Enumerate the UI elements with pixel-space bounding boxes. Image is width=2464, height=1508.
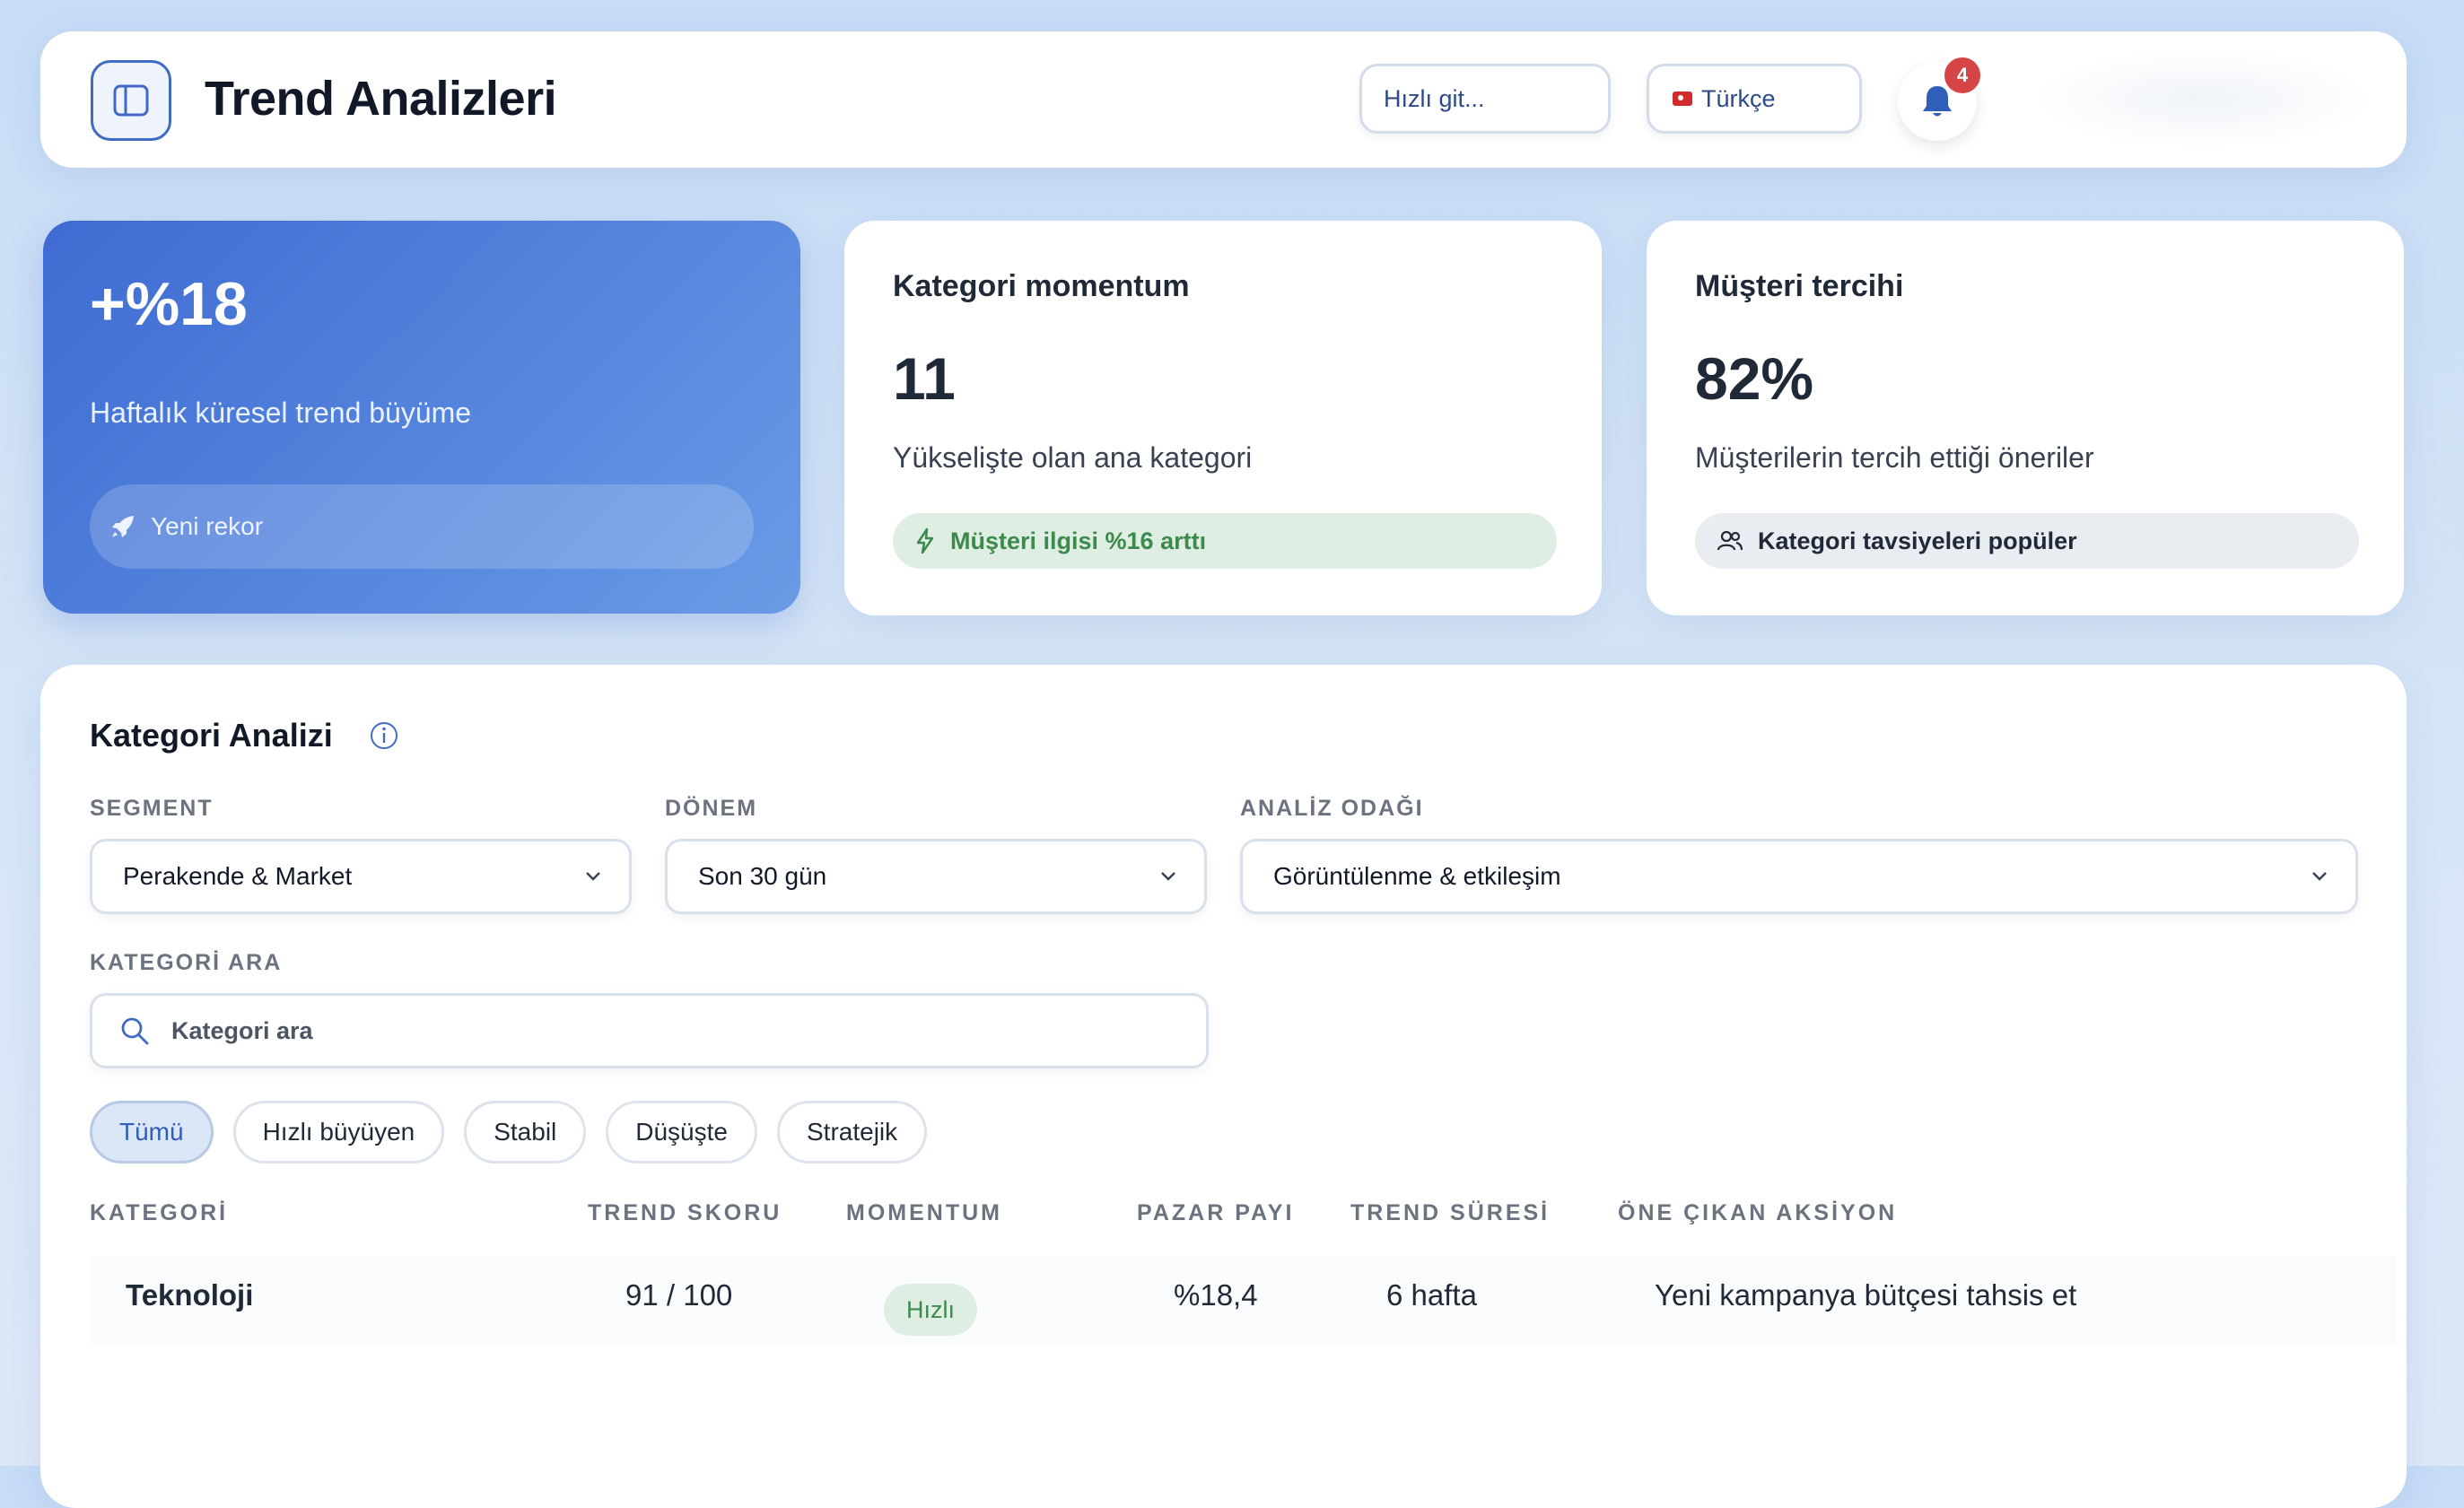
bolt-icon [916, 527, 934, 554]
momentum-pill: Müşteri ilgisi %16 arttı [893, 513, 1557, 569]
row-momentum-badge: Hızlı [884, 1284, 977, 1336]
category-search-input[interactable] [170, 1016, 981, 1046]
growth-stat-card: +%18 Haftalık küresel trend büyüme Yeni … [43, 221, 800, 614]
growth-pill-label: Yeni rekor [151, 512, 264, 540]
preference-pill-label: Kategori tavsiyeleri popüler [1758, 527, 2077, 554]
growth-description: Haftalık küresel trend büyüme [90, 397, 472, 429]
growth-pill: Yeni rekor [90, 484, 754, 569]
preference-stat-card: Müşteri tercihi 82% Müşterilerin tercih … [1647, 221, 2404, 615]
quick-go-input[interactable]: Hızlı git... [1359, 64, 1611, 134]
row-market-share: %18,4 [1174, 1278, 1258, 1312]
chevron-down-icon [1161, 872, 1175, 881]
chip-declining[interactable]: Düşüşte [606, 1101, 757, 1164]
column-header-trend-score[interactable]: TREND SKORU [588, 1200, 782, 1226]
chip-strategic[interactable]: Stratejik [776, 1101, 928, 1164]
period-select[interactable]: Son 30 gün [665, 839, 1207, 914]
row-action: Yeni kampanya bütçesi tahsis et [1655, 1278, 2077, 1312]
category-search-box[interactable] [90, 993, 1209, 1068]
momentum-stat-card: Kategori momentum 11 Yükselişte olan ana… [844, 221, 1602, 615]
momentum-value: 11 [893, 345, 956, 412]
chip-stable[interactable]: Stabil [464, 1101, 587, 1164]
preference-value: 82% [1695, 345, 1814, 412]
preference-pill: Kategori tavsiyeleri popüler [1695, 513, 2359, 569]
sidebar-panel-icon [113, 84, 149, 117]
momentum-pill-label: Müşteri ilgisi %16 arttı [950, 527, 1207, 554]
row-trend-score: 91 / 100 [625, 1278, 733, 1312]
column-header-action[interactable]: ÖNE ÇIKAN AKSİYON [1618, 1200, 1897, 1226]
category-analysis-panel: Kategori Analizi SEGMENT DÖNEM ANALİZ OD… [40, 665, 2407, 1508]
focus-label: ANALİZ ODAĞI [1240, 796, 1424, 821]
segment-label: SEGMENT [90, 796, 214, 821]
focus-select[interactable]: Görüntülenme & etkileşim [1240, 839, 2358, 914]
language-selector[interactable]: Türkçe [1647, 64, 1862, 134]
row-category: Teknoloji [126, 1278, 254, 1312]
preference-description: Müşterilerin tercih ettiği öneriler [1695, 441, 2094, 474]
language-label: Türkçe [1701, 84, 1776, 112]
momentum-description: Yükselişte olan ana kategori [893, 441, 1253, 474]
preference-title: Müşteri tercihi [1695, 269, 1904, 303]
growth-value: +%18 [90, 270, 248, 338]
turkey-flag-icon [1673, 92, 1692, 106]
notification-count-badge: 4 [1942, 55, 1983, 96]
header-decoration [2032, 49, 2373, 148]
chevron-down-icon [2312, 872, 2327, 881]
period-value: Son 30 gün [698, 862, 827, 890]
row-trend-duration: 6 hafta [1386, 1278, 1477, 1312]
sidebar-toggle-button[interactable] [91, 60, 171, 141]
momentum-title: Kategori momentum [893, 269, 1190, 303]
page-title: Trend Analizleri [205, 72, 557, 126]
column-header-category[interactable]: KATEGORİ [90, 1200, 228, 1226]
chip-fast-growing[interactable]: Hızlı büyüyen [232, 1101, 445, 1164]
chip-all[interactable]: Tümü [90, 1101, 214, 1164]
users-icon [1717, 530, 1743, 551]
column-header-trend-duration[interactable]: TREND SÜRESİ [1350, 1200, 1550, 1226]
search-label: KATEGORİ ARA [90, 950, 283, 975]
rocket-icon [112, 516, 134, 537]
chevron-down-icon [586, 872, 600, 881]
section-title: Kategori Analizi [90, 717, 333, 754]
search-icon [121, 1017, 149, 1045]
top-header: Trend Analizleri Hızlı git... Türkçe 4 [40, 31, 2407, 168]
period-label: DÖNEM [665, 796, 758, 821]
column-header-momentum[interactable]: MOMENTUM [846, 1200, 1002, 1226]
column-header-market-share[interactable]: PAZAR PAYI [1137, 1200, 1294, 1226]
segment-value: Perakende & Market [123, 862, 353, 890]
info-icon[interactable] [369, 720, 399, 751]
focus-value: Görüntülenme & etkileşim [1273, 862, 1561, 890]
filter-chips: Tümü Hızlı büyüyen Stabil Düşüşte Strate… [90, 1101, 928, 1164]
segment-select[interactable]: Perakende & Market [90, 839, 632, 914]
